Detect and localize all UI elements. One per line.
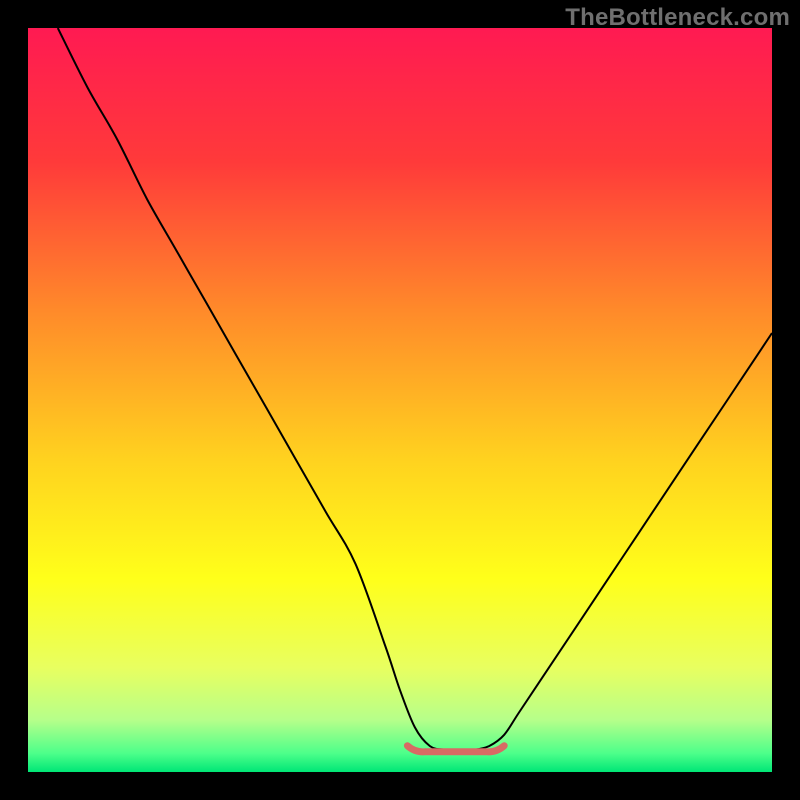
chart-frame: TheBottleneck.com <box>0 0 800 800</box>
gradient-background <box>28 28 772 772</box>
bottleneck-chart <box>28 28 772 772</box>
watermark-text: TheBottleneck.com <box>565 4 790 32</box>
